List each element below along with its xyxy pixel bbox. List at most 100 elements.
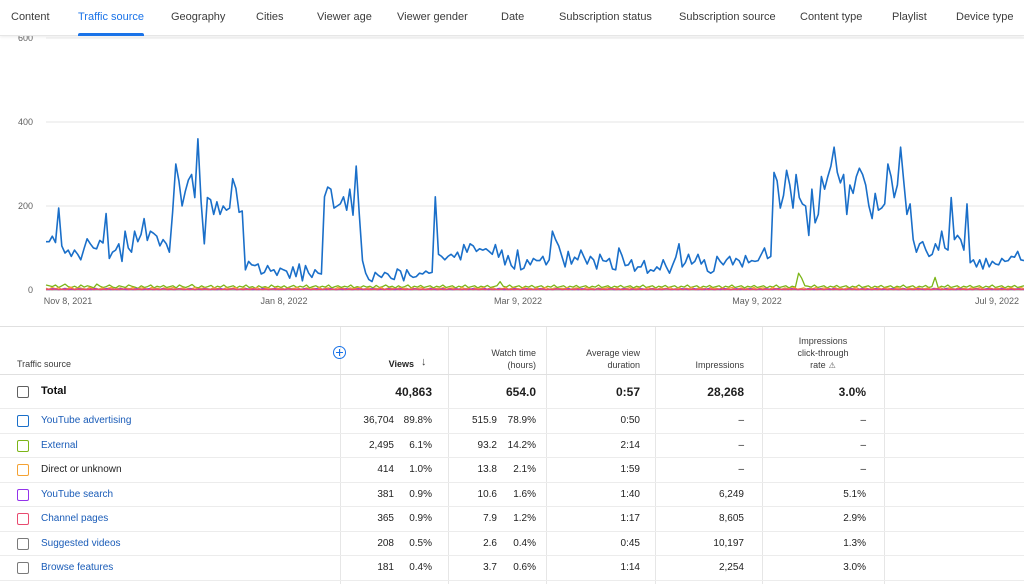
checkbox-external[interactable] [17,439,29,452]
impressions-value: – [738,439,744,451]
average-view-duration-value: 1:40 [620,488,640,500]
tab-subscription-status[interactable]: Subscription status [559,0,652,36]
series-line-youtube-advertising [46,138,1024,283]
impressions-ctr-value: – [860,439,866,451]
row-label-total: Total [41,385,67,397]
table-row: YouTube advertising 36,704 89.8% 515.9 78.9%… [0,409,1024,434]
row-label-browse-features[interactable]: Browse features [41,562,113,573]
watch-time-percent: 0.6% [513,562,536,573]
table-row: YouTube search 381 0.9% 10.6 1.6% 1:40 6,249 5.… [0,483,1024,507]
table-row: Direct or unknown 414 1.0% 13.8 2.1% 1:59 – – [0,458,1024,483]
impressions-ctr-value: 1.3% [843,537,866,549]
arrow-down-icon[interactable]: ↓ [421,356,427,368]
x-tick-label: Jan 8, 2022 [260,296,307,306]
table-row-total: Total 40,863 654.0 0:57 28,268 3.0% [0,375,1024,409]
views-percent: 89.8% [403,415,432,426]
average-view-duration-value: 0:45 [620,537,640,549]
watch-time-value: 3.7 [483,562,497,573]
impressions-value: 8,605 [718,513,744,524]
x-tick-label: Jul 9, 2022 [975,296,1019,306]
header-ctr-rate-text: rate [810,360,826,370]
views-percent: 0.4% [409,562,432,573]
row-label-channel-pages[interactable]: Channel pages [41,513,108,524]
header-watch-time-line1: Watch time [491,348,536,358]
checkbox-browse-features[interactable] [17,562,29,574]
header-impressions-ctr[interactable]: Impressions click-through rate ⚠ [762,335,884,372]
impressions-ctr-value: 3.0% [843,562,866,573]
impressions-ctr-value: – [860,415,866,426]
x-tick-label: May 9, 2022 [732,296,782,306]
total-average-view-duration: 0:57 [615,385,640,399]
header-ctr-line1: Impressions [798,336,848,346]
checkbox-direct-or-unknown[interactable] [17,464,29,476]
watch-time-value: 515.9 [471,415,497,426]
impressions-ctr-value: 5.1% [843,488,866,500]
watch-time-percent: 14.2% [507,439,536,451]
row-label-youtube-advertising[interactable]: YouTube advertising [41,415,131,426]
row-label-youtube-search[interactable]: YouTube search [41,489,113,500]
watch-time-percent: 78.9% [507,415,536,426]
views-percent: 1.0% [409,464,432,475]
tab-viewer-gender[interactable]: Viewer gender [397,0,468,36]
tab-device-type[interactable]: Device type [956,0,1013,36]
average-view-duration-value: 1:14 [620,562,640,573]
watch-time-percent: 1.2% [513,513,536,524]
impressions-value: – [738,415,744,426]
tab-viewer-age[interactable]: Viewer age [317,0,372,36]
average-view-duration-value: 1:17 [620,513,640,524]
views-percent: 0.9% [409,513,432,524]
checkbox-channel-pages[interactable] [17,513,29,525]
x-tick-label: Nov 8, 2021 [44,296,93,306]
table-row: Browse features 181 0.4% 3.7 0.6% 1:14 2,254 3.… [0,556,1024,581]
tab-cities[interactable]: Cities [256,0,284,36]
watch-time-value: 10.6 [477,488,497,500]
average-view-duration-value: 0:50 [620,415,640,426]
tab-content-type[interactable]: Content type [800,0,862,36]
total-watch-time: 654.0 [505,385,536,399]
series-line-external [45,272,1024,289]
tab-playlist[interactable]: Playlist [892,0,927,36]
row-label-suggested-videos[interactable]: Suggested videos [41,538,121,549]
watch-time-percent: 1.6% [513,488,536,500]
views-percent: 0.5% [409,537,432,549]
tab-date[interactable]: Date [501,0,524,36]
views-value: 36,704 [363,415,394,426]
checkbox-suggested-videos[interactable] [17,537,29,550]
header-watch-time-line2: (hours) [507,360,536,370]
tab-traffic-source[interactable]: Traffic source [78,0,145,36]
table-row: Channel pages 365 0.9% 7.9 1.2% 1:17 8,605 2.9% [0,507,1024,532]
checkbox-youtube-search[interactable] [17,488,29,501]
tab-geography[interactable]: Geography [171,0,225,36]
traffic-source-line-chart: 0 200 400 600 Nov 8, 2021 Jan 8, 2022 Mar 9, 2… [18,36,1024,306]
header-ctr-line2: click-through [797,348,849,358]
views-percent: 6.1% [409,439,432,451]
views-value: 381 [377,488,394,500]
row-label-direct-or-unknown: Direct or unknown [41,464,122,475]
views-value: 181 [377,562,394,573]
total-checkbox[interactable] [17,386,29,398]
impressions-value: 2,254 [718,562,744,573]
y-tick-label: 200 [18,201,33,211]
header-views[interactable]: Views [340,358,414,370]
header-watch-time[interactable]: Watch time (hours) [448,347,536,371]
warning-icon[interactable]: ⚠ [829,360,836,372]
tab-subscription-source[interactable]: Subscription source [679,0,776,36]
views-value: 414 [377,464,394,475]
header-traffic-source[interactable]: Traffic source [17,358,71,370]
average-view-duration-value: 2:14 [620,439,640,451]
report-tabs: Content Traffic source Geography Cities View… [0,0,1024,36]
header-average-view-duration[interactable]: Average view duration [546,347,640,371]
tab-content[interactable]: Content [11,0,50,36]
y-tick-label: 600 [18,36,33,43]
watch-time-percent: 2.1% [513,464,536,475]
total-impressions-ctr: 3.0% [838,385,866,399]
row-label-external[interactable]: External [41,440,78,451]
watch-time-percent: 0.4% [513,537,536,549]
impressions-ctr-value: – [860,464,866,475]
y-tick-label: 400 [18,117,33,127]
checkbox-youtube-advertising[interactable] [17,415,29,427]
watch-time-value: 2.6 [483,537,497,549]
header-impressions[interactable]: Impressions [655,359,744,371]
y-tick-label: 0 [28,285,33,295]
total-impressions: 28,268 [707,385,744,399]
